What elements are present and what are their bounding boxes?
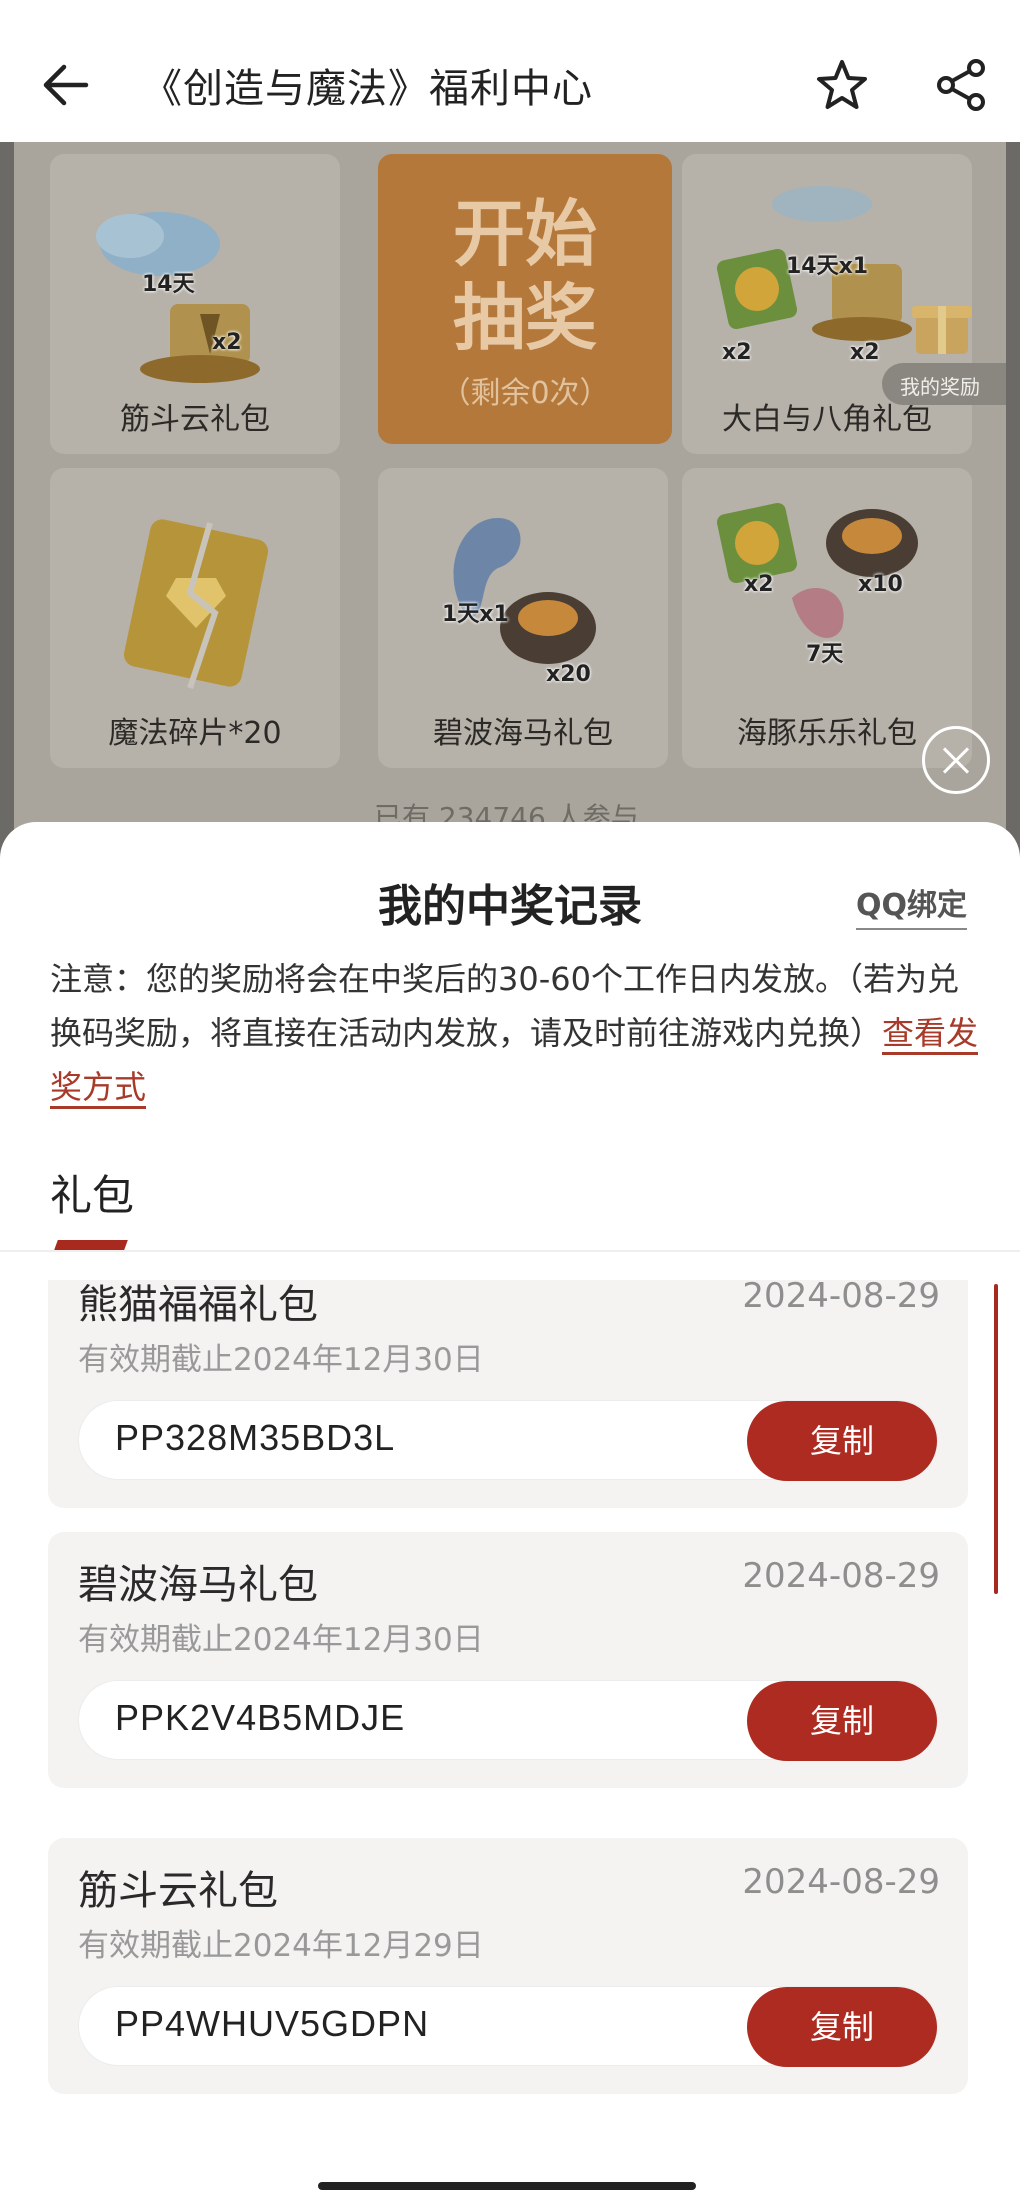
- lottery-background: 14天 x2 筋斗云礼包 开始 抽奖 （剩余0次） 14天x1 x2 x2 大白…: [0, 142, 1020, 862]
- seahorse-gift-icon: [378, 478, 668, 708]
- home-indicator[interactable]: [318, 2182, 696, 2190]
- tile-badge: x2: [722, 340, 752, 365]
- record-expiry: 有效期截止2024年12月30日: [78, 1622, 484, 1658]
- tile-badge: x2: [212, 330, 242, 355]
- my-prize-button[interactable]: 我的奖励: [882, 363, 1006, 405]
- notice-body: 注意：您的奖励将会在中奖后的30-60个工作日内发放。（若为兑换码奖励，将直接在…: [50, 960, 959, 1052]
- tab-active-indicator: [54, 1240, 128, 1250]
- code-field: PP328M35BD3L 复制: [78, 1400, 938, 1481]
- copy-button[interactable]: 复制: [747, 1401, 937, 1481]
- redeem-code: PP4WHUV5GDPN: [115, 2003, 430, 2044]
- record-name: 筋斗云礼包: [78, 1868, 278, 1914]
- cloud-gift-icon: [50, 164, 340, 394]
- prize-grid: 14天 x2 筋斗云礼包 开始 抽奖 （剩余0次） 14天x1 x2 x2 大白…: [14, 142, 1006, 862]
- scrollbar[interactable]: [994, 1284, 998, 1594]
- record-card: 熊猫福福礼包 2024-08-29 有效期截止2024年12月30日 PP328…: [48, 1280, 968, 1508]
- record-expiry: 有效期截止2024年12月30日: [78, 1342, 484, 1378]
- copy-button[interactable]: 复制: [747, 1681, 937, 1761]
- tile-label: 筋斗云礼包: [120, 402, 270, 437]
- draw-title-line1: 开始: [452, 192, 597, 276]
- tile-label: 碧波海马礼包: [433, 716, 613, 751]
- tab-gift-pack[interactable]: 礼包: [50, 1162, 134, 1223]
- record-expiry: 有效期截止2024年12月29日: [78, 1928, 484, 1964]
- prize-tile-seahorse: 1天x1 x20 碧波海马礼包: [378, 468, 668, 768]
- record-date: 2024-08-29: [742, 1862, 940, 1902]
- tile-badge: 1天x1: [442, 602, 509, 627]
- prize-tile-jindouyun: 14天 x2 筋斗云礼包: [50, 154, 340, 454]
- record-name: 碧波海马礼包: [78, 1562, 318, 1608]
- qq-bind-link[interactable]: QQ绑定: [856, 880, 968, 930]
- my-prize-label: 我的奖励: [900, 375, 980, 399]
- tile-badge: x10: [858, 572, 903, 597]
- top-bar: 《创造与魔法》福利中心: [0, 0, 1020, 142]
- dolphin-gift-icon: [682, 478, 972, 708]
- gift-box-icon[interactable]: [906, 290, 978, 362]
- record-list[interactable]: 熊猫福福礼包 2024-08-29 有效期截止2024年12月30日 PP328…: [0, 1280, 1020, 2122]
- tile-badge: 14天: [142, 272, 195, 297]
- back-arrow-icon[interactable]: [38, 55, 98, 115]
- page-title: 《创造与魔法》福利中心: [142, 66, 593, 112]
- redeem-code: PPK2V4B5MDJE: [115, 1697, 406, 1738]
- record-card: 碧波海马礼包 2024-08-29 有效期截止2024年12月30日 PPK2V…: [48, 1532, 968, 1788]
- magic-shard-icon: [50, 478, 340, 708]
- tab-divider: [0, 1250, 1020, 1252]
- prize-tile-dolphin: x2 x10 7天 海豚乐乐礼包: [682, 468, 972, 768]
- tile-badge: 7天: [806, 642, 844, 667]
- record-date: 2024-08-29: [742, 1556, 940, 1596]
- tile-label: 魔法碎片*20: [108, 716, 282, 751]
- copy-button[interactable]: 复制: [747, 1987, 937, 2067]
- close-icon[interactable]: [922, 726, 990, 794]
- code-field: PPK2V4B5MDJE 复制: [78, 1680, 938, 1761]
- record-name: 熊猫福福礼包: [78, 1282, 318, 1328]
- draw-title-line2: 抽奖: [452, 276, 597, 360]
- tile-badge: x20: [546, 662, 591, 687]
- tile-badge: x2: [850, 340, 880, 365]
- prize-tile-magic-shard: 魔法碎片*20: [50, 468, 340, 768]
- code-field: PP4WHUV5GDPN 复制: [78, 1986, 938, 2067]
- share-icon[interactable]: [932, 56, 990, 114]
- record-card: 筋斗云礼包 2024-08-29 有效期截止2024年12月29日 PP4WHU…: [48, 1838, 968, 2094]
- redeem-code: PP328M35BD3L: [115, 1417, 396, 1458]
- notice-text: 注意：您的奖励将会在中奖后的30-60个工作日内发放。（若为兑换码奖励，将直接在…: [50, 952, 980, 1114]
- prize-record-sheet: 我的中奖记录 QQ绑定 注意：您的奖励将会在中奖后的30-60个工作日内发放。（…: [0, 822, 1020, 2205]
- tile-badge: x2: [744, 572, 774, 597]
- start-draw-button[interactable]: 开始 抽奖 （剩余0次）: [378, 154, 672, 444]
- record-date: 2024-08-29: [742, 1280, 940, 1316]
- draw-remaining: （剩余0次）: [440, 376, 610, 411]
- tile-badge: 14天x1: [786, 254, 869, 279]
- star-favorite-icon[interactable]: [812, 56, 872, 116]
